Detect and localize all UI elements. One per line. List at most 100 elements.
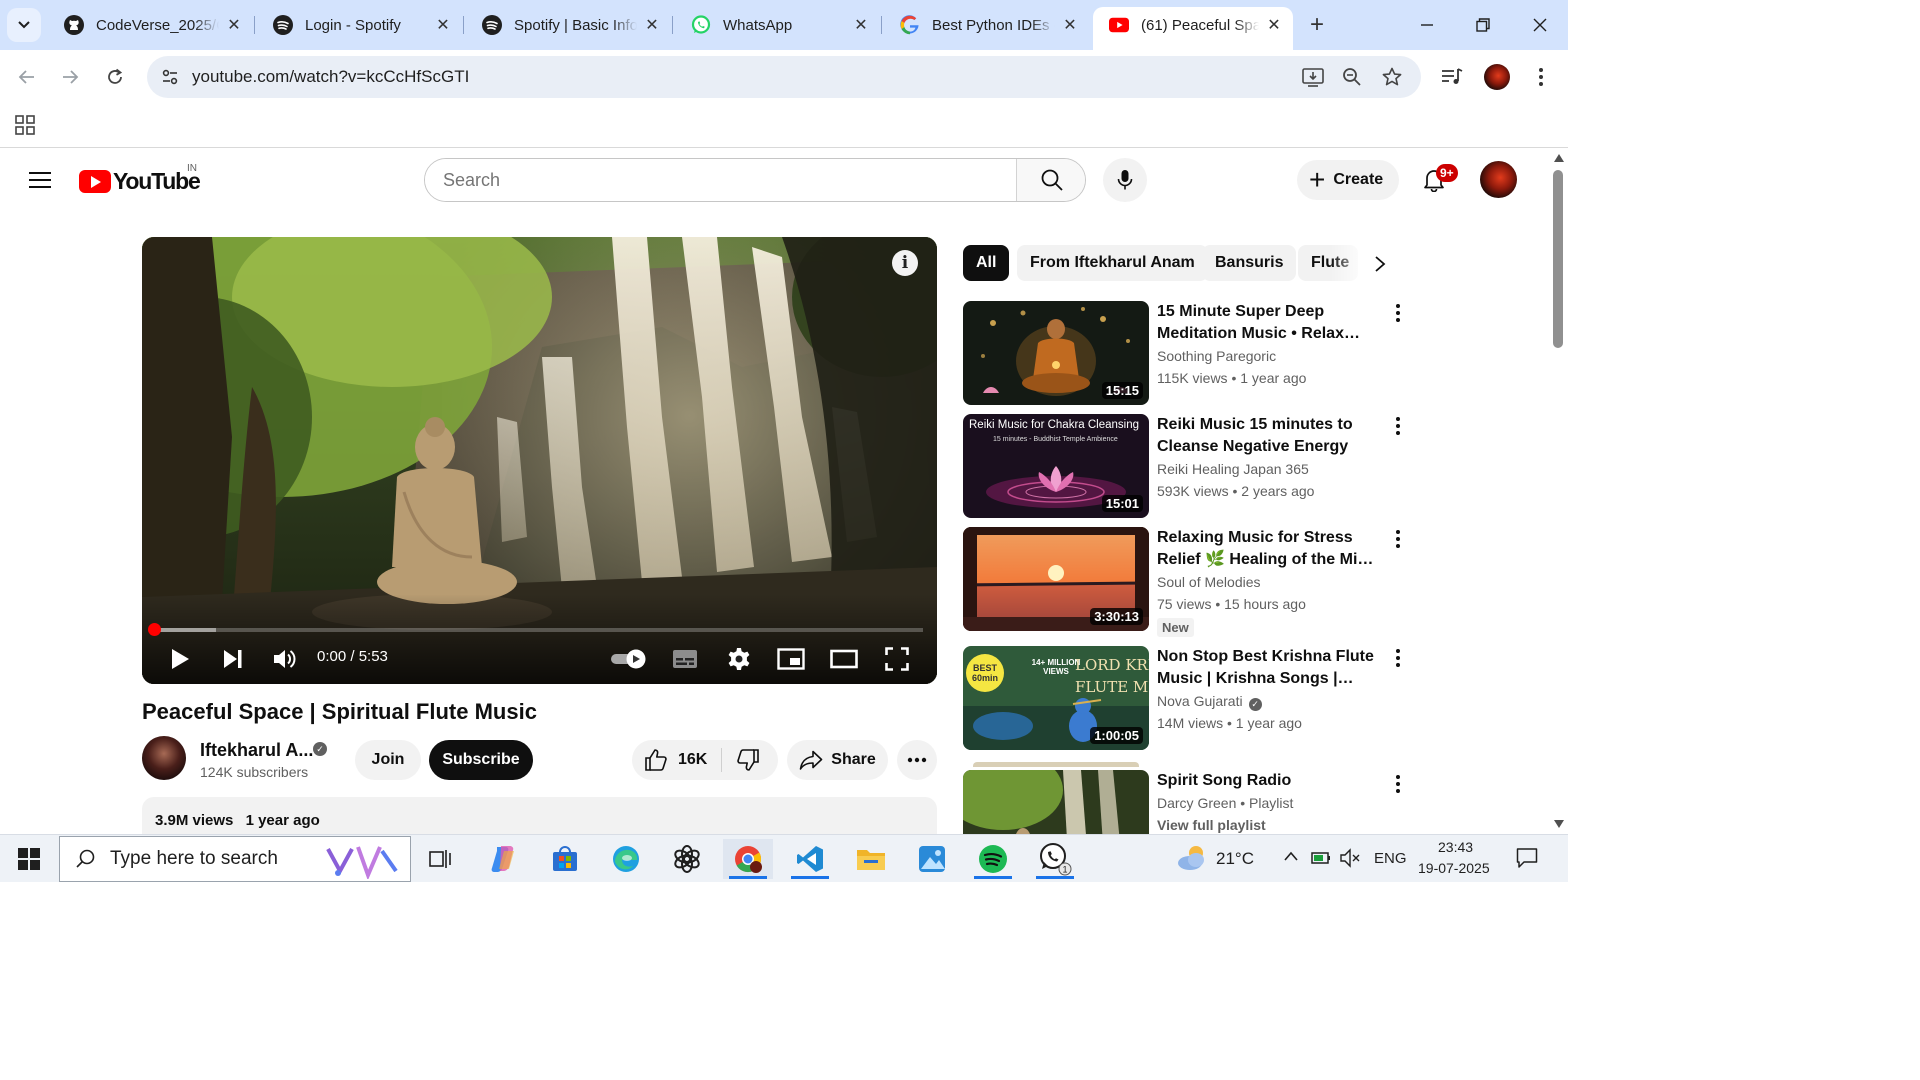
channel-name[interactable]: Iftekharul A... <box>200 740 313 761</box>
taskbar-search-box[interactable]: Type here to search <box>59 836 411 882</box>
task-view-button[interactable] <box>416 839 466 879</box>
browser-tab[interactable]: Best Python IDEs - ✕ <box>884 7 1089 43</box>
forward-button[interactable] <box>56 63 84 91</box>
new-tab-button[interactable]: + <box>1302 10 1332 40</box>
video-player[interactable]: i 0:00 / 5:53 <box>142 237 937 684</box>
recommendation-channel[interactable]: Darcy Green • Playlist <box>1157 795 1293 811</box>
close-window-button[interactable] <box>1520 8 1560 42</box>
progress-bar[interactable] <box>148 623 923 636</box>
media-controls-button[interactable] <box>1438 63 1466 91</box>
recommendation-channel[interactable]: Reiki Healing Japan 365 <box>1157 461 1309 477</box>
playlist-thumbnail[interactable] <box>963 770 1149 834</box>
theater-mode-button[interactable] <box>828 642 860 676</box>
item-menu-button[interactable] <box>1386 772 1408 796</box>
restore-button[interactable] <box>1463 8 1503 42</box>
info-icon[interactable]: i <box>892 250 918 276</box>
start-button[interactable] <box>4 839 54 879</box>
clock-time[interactable]: 23:43 <box>1438 839 1473 855</box>
recommendation-title[interactable]: Non Stop Best Krishna Flute Music | Kris… <box>1157 646 1383 690</box>
copilot-app[interactable] <box>478 839 528 879</box>
recommendation-title[interactable]: Relaxing Music for Stress Relief 🌿 Heali… <box>1157 527 1383 571</box>
recommendation-title[interactable]: Reiki Music 15 minutes to Cleanse Negati… <box>1157 414 1383 458</box>
chrome-app[interactable] <box>723 839 773 879</box>
item-menu-button[interactable] <box>1386 646 1410 670</box>
scroll-down-arrow-icon[interactable] <box>1554 820 1564 828</box>
recommendation-channel[interactable]: Soul of Melodies <box>1157 574 1261 590</box>
volume-button[interactable] <box>270 642 300 676</box>
apps-grid-icon[interactable] <box>14 114 36 141</box>
battery-status[interactable] <box>1311 849 1333 872</box>
close-tab-icon[interactable]: ✕ <box>434 16 452 34</box>
scrubber-handle[interactable] <box>148 623 161 636</box>
video-thumbnail[interactable]: 3:30:13 <box>963 527 1149 631</box>
more-actions-button[interactable] <box>897 740 937 780</box>
browser-tab[interactable]: Spotify | Basic Info ✕ <box>466 7 671 43</box>
recommendation-title[interactable]: Spirit Song Radio <box>1157 770 1383 792</box>
bookmark-star-icon[interactable] <box>1380 65 1404 89</box>
chip-bansuris[interactable]: Bansuris <box>1202 245 1297 281</box>
item-menu-button[interactable] <box>1386 414 1410 438</box>
channel-avatar[interactable] <box>142 736 186 780</box>
recommendation-title[interactable]: 15 Minute Super Deep Meditation Music • … <box>1157 301 1383 345</box>
chip-all[interactable]: All <box>963 245 1010 281</box>
whatsapp-app[interactable]: 1 <box>1030 839 1080 879</box>
edge-app[interactable] <box>601 839 651 879</box>
weather-widget[interactable] <box>1176 843 1210 878</box>
file-explorer-app[interactable] <box>846 839 896 879</box>
recommendation-item[interactable]: BEST 60min 14+ MILLION VIEWS LORD KRISHN… <box>963 646 1408 750</box>
spotify-app[interactable] <box>968 839 1018 879</box>
show-hidden-icons-button[interactable] <box>1283 849 1299 867</box>
recommendation-playlist-item[interactable]: Spirit Song Radio Darcy Green • Playlist… <box>963 762 1408 834</box>
recommendation-item[interactable]: 3:30:13 Relaxing Music for Stress Relief… <box>963 527 1410 637</box>
browser-tab[interactable]: Login - Spotify ✕ <box>257 7 462 43</box>
vscode-app[interactable] <box>785 839 835 879</box>
close-tab-icon[interactable]: ✕ <box>643 16 661 34</box>
tab-search-button[interactable] <box>7 8 41 42</box>
subscribe-button[interactable]: Subscribe <box>429 740 533 780</box>
search-button[interactable] <box>1016 159 1085 201</box>
item-menu-button[interactable] <box>1386 527 1410 551</box>
guide-menu-button[interactable] <box>24 164 56 196</box>
autoplay-toggle[interactable] <box>608 642 650 676</box>
recommendation-channel[interactable]: Soothing Paregoric <box>1157 348 1276 364</box>
scroll-up-arrow-icon[interactable] <box>1554 154 1564 162</box>
next-button[interactable] <box>218 642 248 676</box>
play-button[interactable] <box>166 642 194 676</box>
minimize-button[interactable] <box>1407 8 1447 42</box>
browser-tab[interactable]: WhatsApp ✕ <box>675 7 880 43</box>
back-button[interactable] <box>13 63 41 91</box>
recommendation-item[interactable]: 15:15 15 Minute Super Deep Meditation Mu… <box>963 301 1408 405</box>
chatgpt-app[interactable] <box>662 839 712 879</box>
reload-button[interactable] <box>101 63 129 91</box>
photos-app[interactable] <box>907 839 957 879</box>
address-bar[interactable]: youtube.com/watch?v=kcCcHfScGTI <box>147 56 1421 98</box>
volume-status[interactable] <box>1340 848 1360 873</box>
fullscreen-button[interactable] <box>881 642 913 676</box>
recommendation-channel[interactable]: Nova Gujarati ✓ <box>1157 693 1262 711</box>
close-tab-icon[interactable]: ✕ <box>1265 16 1283 34</box>
youtube-logo[interactable]: YouTube IN <box>79 163 201 195</box>
settings-button[interactable] <box>724 642 754 676</box>
close-tab-icon[interactable]: ✕ <box>1061 16 1079 34</box>
item-menu-button[interactable] <box>1386 301 1410 325</box>
close-tab-icon[interactable]: ✕ <box>852 16 870 34</box>
browser-tab[interactable]: CodeVerse_2025/C ✕ <box>48 7 253 43</box>
join-button[interactable]: Join <box>355 740 421 780</box>
share-button[interactable]: Share <box>787 740 888 780</box>
close-tab-icon[interactable]: ✕ <box>225 16 243 34</box>
voice-search-button[interactable] <box>1103 158 1147 202</box>
scrollbar-thumb[interactable] <box>1553 170 1563 348</box>
chips-next-button[interactable] <box>1366 250 1394 278</box>
zoom-icon[interactable] <box>1340 65 1364 89</box>
search-input[interactable] <box>425 159 1016 201</box>
clock-date[interactable]: 19-07-2025 <box>1418 860 1490 876</box>
microsoft-store-app[interactable] <box>540 839 590 879</box>
like-button[interactable] <box>644 748 668 772</box>
subtitles-button[interactable] <box>670 642 700 676</box>
account-avatar[interactable] <box>1480 161 1517 198</box>
browser-menu-button[interactable] <box>1527 63 1555 91</box>
chip-from-channel[interactable]: From Iftekharul Anam <box>1017 245 1208 281</box>
video-thumbnail[interactable]: 15:15 <box>963 301 1149 405</box>
notification-center-button[interactable] <box>1516 847 1538 874</box>
create-button[interactable]: + Create <box>1297 160 1400 200</box>
